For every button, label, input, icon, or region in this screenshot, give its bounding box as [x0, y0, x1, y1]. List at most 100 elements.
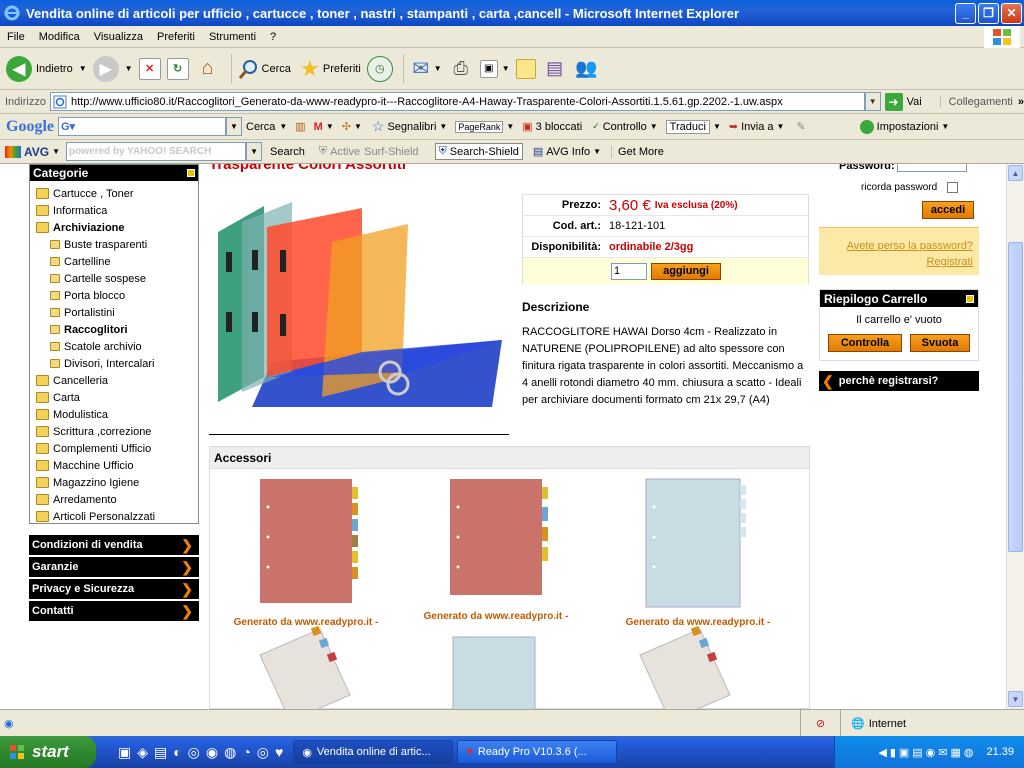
- spellcheck-dropdown-icon[interactable]: ▼: [650, 122, 658, 131]
- accessory-caption[interactable]: Generato da www.readypro.it -: [406, 611, 586, 621]
- avg-logo[interactable]: AVG: [5, 145, 49, 159]
- category-item[interactable]: Arredamento: [36, 491, 155, 508]
- category-item[interactable]: Cancelleria: [36, 372, 155, 389]
- category-item[interactable]: Cartelline: [36, 253, 155, 270]
- accessory-item[interactable]: Generato da www.readypro.it -: [406, 477, 586, 621]
- highlight-icon[interactable]: ✎: [796, 120, 805, 133]
- google-search-dropdown-icon[interactable]: ▼: [279, 122, 287, 131]
- settings-dropdown-icon[interactable]: ▼: [941, 122, 949, 131]
- go-button[interactable]: ➜ Vai: [884, 92, 922, 111]
- search-button[interactable]: Cerca: [236, 56, 291, 82]
- check-cart-button[interactable]: Controlla: [828, 334, 902, 352]
- links-chevron-icon[interactable]: »: [1018, 96, 1024, 108]
- category-item[interactable]: Buste trasparenti: [36, 236, 155, 253]
- category-item[interactable]: Cartucce , Toner: [36, 185, 155, 202]
- category-item[interactable]: Informatica: [36, 202, 155, 219]
- side-link-condizioni[interactable]: Condizioni di vendita ❯: [29, 535, 199, 555]
- puzzle-icon[interactable]: ✣: [342, 120, 351, 133]
- edit-button[interactable]: ▣ ▼: [479, 59, 510, 78]
- category-item[interactable]: Modulistica: [36, 406, 155, 423]
- settings-button[interactable]: Impostazioni: [877, 121, 939, 133]
- product-image[interactable]: [212, 202, 508, 417]
- task-ie-window[interactable]: ◉ Vendita online di artic...: [293, 740, 454, 764]
- back-button[interactable]: ◀ Indietro ▼: [6, 55, 87, 82]
- category-item[interactable]: Macchine Ufficio: [36, 457, 155, 474]
- refresh-button[interactable]: ↻: [166, 57, 189, 80]
- window-titlebar[interactable]: Vendita online di articoli per ufficio ,…: [0, 0, 1024, 26]
- collapse-icon[interactable]: [187, 169, 195, 177]
- discuss-button[interactable]: [515, 58, 536, 79]
- login-button[interactable]: accedi: [922, 201, 974, 219]
- search-shield-button[interactable]: ⛨ Search-Shield: [434, 143, 523, 160]
- empty-cart-button[interactable]: Svuota: [910, 334, 970, 352]
- side-link-contatti[interactable]: Contatti ❯: [29, 601, 199, 621]
- scroll-down-icon[interactable]: ▼: [1008, 691, 1023, 707]
- accessory-item[interactable]: [630, 625, 740, 709]
- mail-button[interactable]: ✉ ▼: [408, 56, 442, 82]
- zone-indicator[interactable]: 🌐 Internet: [840, 710, 906, 737]
- pagerank-dropdown-icon[interactable]: ▼: [506, 122, 514, 131]
- bookmarks-button[interactable]: Segnalibri: [387, 121, 436, 133]
- category-item[interactable]: Cartelle sospese: [36, 270, 155, 287]
- maximize-button[interactable]: ❐: [978, 2, 999, 24]
- send-dropdown-icon[interactable]: ▼: [777, 122, 785, 131]
- favorites-button[interactable]: ★ Preferiti: [297, 56, 361, 82]
- google-search-input[interactable]: G▾: [58, 117, 226, 136]
- quick-launch-icons[interactable]: ▣◈▤◐◎◉◍◔◎♥: [118, 744, 289, 761]
- stop-button[interactable]: ✕: [138, 57, 161, 80]
- category-item[interactable]: Carta: [36, 389, 155, 406]
- collapse-icon[interactable]: [966, 294, 974, 303]
- category-item[interactable]: Scatole archivio: [36, 338, 155, 355]
- news-icon[interactable]: ▥: [295, 120, 305, 133]
- accessory-item[interactable]: [250, 625, 360, 709]
- gmail-dropdown-icon[interactable]: ▼: [326, 122, 334, 131]
- vertical-scrollbar[interactable]: ▲ ▼: [1006, 164, 1024, 709]
- menu-help[interactable]: ?: [263, 31, 283, 43]
- category-item[interactable]: Magazzino Igiene: [36, 474, 155, 491]
- print-button[interactable]: ⎙: [448, 56, 474, 82]
- remember-checkbox[interactable]: [947, 182, 959, 193]
- google-dropdown-icon[interactable]: ▼: [226, 117, 242, 136]
- password-input[interactable]: [896, 164, 967, 172]
- research-button[interactable]: ▤: [542, 56, 568, 82]
- accessory-item[interactable]: [445, 625, 545, 709]
- links-label[interactable]: Collegamenti: [939, 95, 1013, 108]
- forward-button[interactable]: ▶ ▼: [92, 55, 133, 82]
- menu-visualizza[interactable]: Visualizza: [87, 31, 150, 43]
- category-item[interactable]: Divisori, Intercalari: [36, 355, 155, 372]
- accessory-item[interactable]: Generato da www.readypro.it -: [216, 477, 396, 627]
- category-item[interactable]: Complementi Ufficio: [36, 440, 155, 457]
- address-input[interactable]: http://www.ufficio80.it/Raccoglitori_Gen…: [49, 92, 865, 111]
- send-button[interactable]: Invia a: [741, 121, 773, 133]
- history-button[interactable]: ◷: [366, 55, 393, 82]
- side-link-garanzie[interactable]: Garanzie ❯: [29, 557, 199, 577]
- google-search-button[interactable]: Cerca: [246, 121, 275, 133]
- minimize-button[interactable]: _: [955, 2, 976, 24]
- avg-search-button[interactable]: Search: [270, 146, 305, 158]
- category-item[interactable]: Articoli Personalzzati: [36, 508, 155, 525]
- menu-file[interactable]: File: [0, 31, 32, 43]
- translate-button[interactable]: Traduci: [665, 119, 710, 134]
- category-item[interactable]: Scrittura ,correzione: [36, 423, 155, 440]
- scroll-up-icon[interactable]: ▲: [1008, 165, 1023, 181]
- quantity-input[interactable]: 1: [611, 262, 647, 280]
- forgot-password-link[interactable]: Avete perso la password?: [819, 238, 979, 254]
- menu-strumenti[interactable]: Strumenti: [202, 31, 263, 43]
- avg-info-button[interactable]: AVG Info: [546, 146, 590, 158]
- surf-shield-label[interactable]: Surf-Shield: [364, 146, 418, 158]
- translate-dropdown-icon[interactable]: ▼: [713, 122, 721, 131]
- bookmarks-dropdown-icon[interactable]: ▼: [439, 122, 447, 131]
- get-more-button[interactable]: Get More: [611, 145, 664, 158]
- tray-icons[interactable]: ◀▮▣▤◉✉▦◍: [878, 746, 976, 759]
- add-to-cart-button[interactable]: aggiungi: [651, 262, 721, 280]
- category-item[interactable]: Archiviazione: [36, 219, 155, 236]
- puzzle-dropdown-icon[interactable]: ▼: [354, 122, 362, 131]
- pagerank-button[interactable]: PageRank: [455, 120, 504, 133]
- yahoo-search-input[interactable]: powered by YAHOO! SEARCH: [66, 142, 247, 161]
- popup-blocked-label[interactable]: 3 bloccati: [536, 121, 582, 133]
- why-register-link[interactable]: ❮ perchè registrarsi?: [819, 371, 979, 391]
- yahoo-dropdown-icon[interactable]: ▼: [246, 142, 263, 161]
- category-item[interactable]: Raccoglitori: [36, 321, 155, 338]
- mail-dropdown-icon[interactable]: ▼: [434, 64, 442, 73]
- avg-info-dropdown-icon[interactable]: ▼: [593, 147, 601, 156]
